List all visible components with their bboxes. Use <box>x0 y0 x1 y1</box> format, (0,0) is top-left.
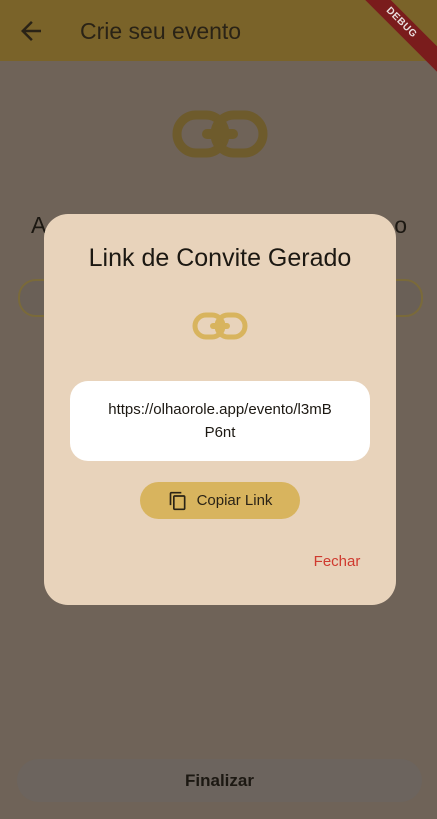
page-title: Crie seu evento <box>80 18 242 44</box>
invite-link-text: https://olhaorole.app/evento/l3mBP6nt <box>108 401 332 441</box>
invite-link-dialog: Link de Convite Gerado https://olhaorole… <box>44 214 396 605</box>
invite-link-box[interactable]: https://olhaorole.app/evento/l3mBP6nt <box>70 381 370 461</box>
copy-icon <box>169 491 186 510</box>
copy-link-button[interactable]: Copiar Link <box>140 482 300 519</box>
link-icon <box>172 110 268 163</box>
dialog-title: Link de Convite Gerado <box>88 244 352 272</box>
close-button[interactable]: Fechar <box>302 551 372 573</box>
app-bar: Crie seu evento <box>0 0 437 61</box>
copy-link-label: Copiar Link <box>196 492 273 509</box>
page-heading-right: o <box>394 212 407 238</box>
finalize-button[interactable]: Finalizar <box>17 759 422 802</box>
back-button[interactable] <box>16 16 46 46</box>
link-icon <box>192 312 248 345</box>
back-arrow-icon <box>21 21 41 41</box>
